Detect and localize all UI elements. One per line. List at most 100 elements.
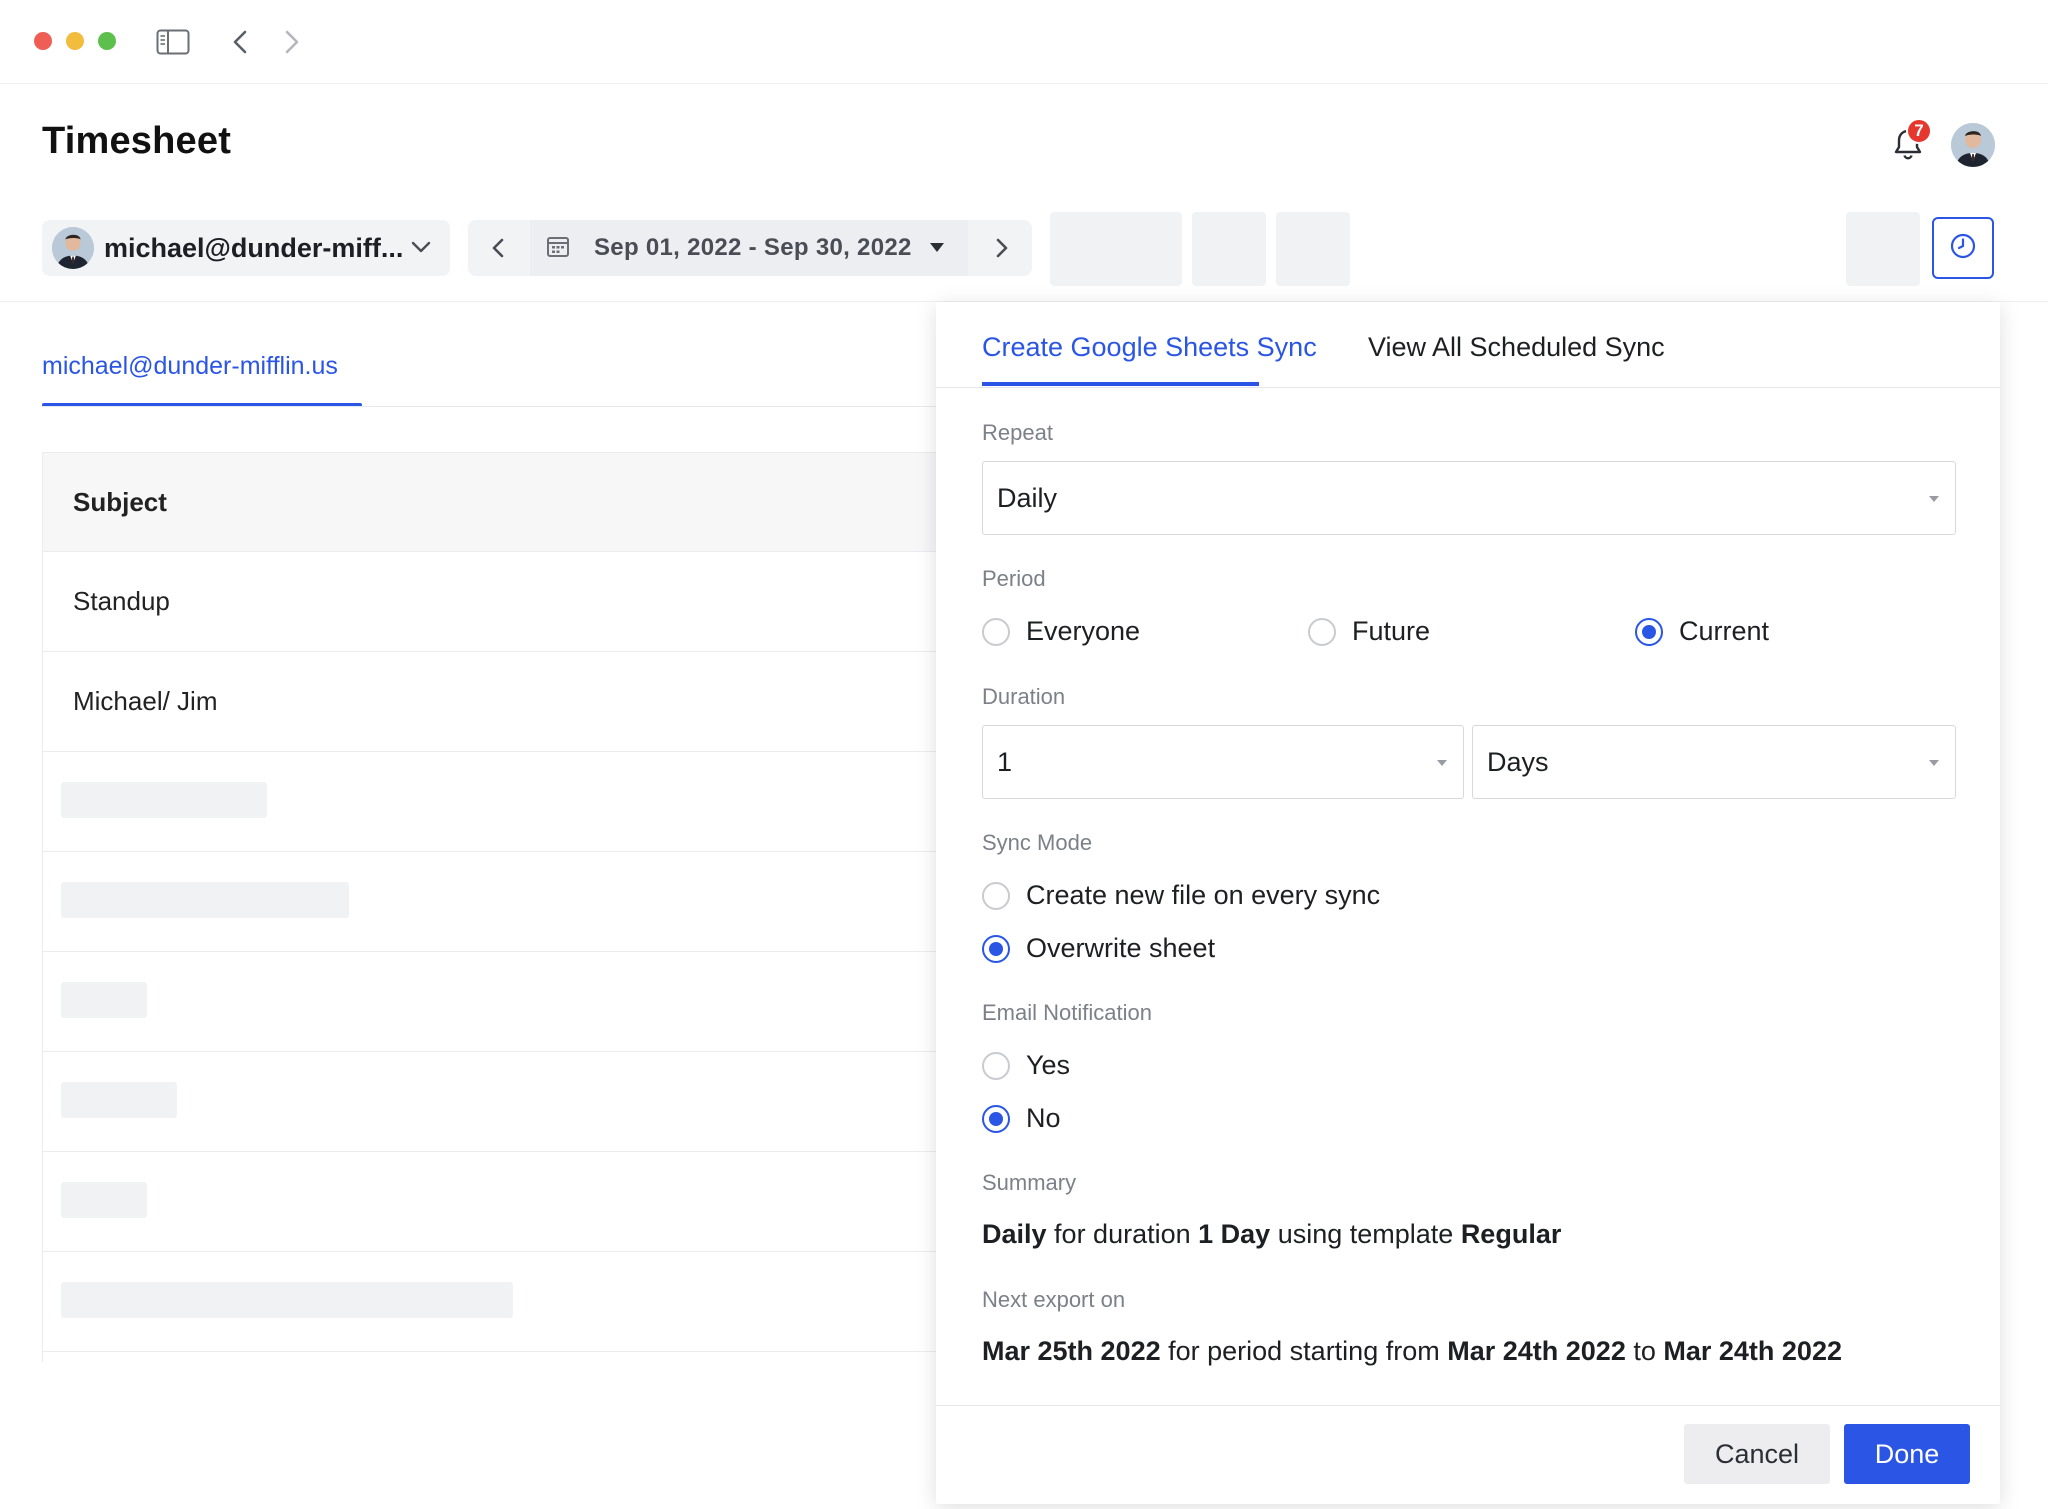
- duration-amount-value: 1: [997, 746, 1013, 777]
- radio-button[interactable]: [982, 1051, 1010, 1080]
- date-range-picker[interactable]: Sep 01, 2022 - Sep 30, 2022: [530, 220, 968, 276]
- table-row-loading: [43, 1252, 942, 1352]
- repeat-label: Repeat: [982, 420, 1053, 445]
- caret-down-icon: [930, 243, 944, 252]
- loading-placeholder: [61, 982, 147, 1018]
- next-export-text: Mar 25th 2022 for period starting from M…: [982, 1336, 1842, 1367]
- period-option-everyone[interactable]: Everyone: [982, 616, 1140, 647]
- period-option-current[interactable]: Current: [1635, 616, 1769, 647]
- table-cell: Michael/ Jim: [73, 686, 218, 716]
- back-arrow-icon[interactable]: [222, 24, 258, 60]
- table-cell: Standup: [73, 586, 170, 616]
- radio-label: Current: [1679, 616, 1770, 646]
- done-button[interactable]: Done: [1844, 1424, 1970, 1484]
- loading-placeholder: [61, 1282, 513, 1318]
- next-period-button[interactable]: [972, 220, 1032, 276]
- calendar-icon: [546, 234, 570, 263]
- radio-label: Future: [1352, 616, 1431, 646]
- table-row-loading: [43, 852, 942, 952]
- next-export-end: Mar 24th 2022: [1663, 1336, 1842, 1366]
- radio-label: Yes: [1026, 1050, 1071, 1080]
- toolbar: michael@dunder-miff... Sep 01, 2022 - Se…: [0, 212, 2048, 302]
- loading-placeholder: [61, 882, 349, 918]
- table-row[interactable]: Standup: [43, 552, 942, 652]
- chevron-down-icon: [410, 236, 432, 263]
- email-notification-label: Email Notification: [982, 1000, 1152, 1025]
- notification-count-badge: 7: [1906, 118, 1932, 144]
- table-row-loading: [43, 1052, 942, 1152]
- loading-placeholder: [61, 1082, 177, 1118]
- radio-label: Create new file on every sync: [1026, 880, 1381, 910]
- caret-down-icon: [1437, 760, 1447, 766]
- user-select-label: michael@dunder-miff...: [104, 232, 404, 263]
- user-avatar[interactable]: [1951, 123, 1995, 167]
- summary-template: Regular: [1460, 1219, 1562, 1249]
- period-label: Period: [982, 566, 1046, 591]
- summary-label: Summary: [982, 1170, 1077, 1195]
- loading-placeholder: [61, 1182, 147, 1218]
- date-range-label: Sep 01, 2022 - Sep 30, 2022: [594, 234, 912, 261]
- summary-text: Daily for duration 1 Day using template …: [982, 1219, 1561, 1250]
- duration-amount-select[interactable]: 1: [982, 725, 1464, 799]
- next-export-date: Mar 25th 2022: [982, 1336, 1161, 1366]
- divider: [936, 1405, 2000, 1406]
- toolbar-placeholder-button: [1276, 212, 1350, 286]
- duration-unit-select[interactable]: Days: [1472, 725, 1956, 799]
- summary-repeat: Daily: [982, 1219, 1047, 1249]
- minimize-window-button[interactable]: [66, 32, 84, 50]
- timesheet-table: Subject Standup Michael/ Jim: [42, 452, 942, 1362]
- repeat-select[interactable]: Daily: [982, 461, 1956, 535]
- radio-button[interactable]: [982, 881, 1010, 910]
- next-export-text-part: for period starting from: [1160, 1336, 1448, 1366]
- sync-mode-option-overwrite[interactable]: Overwrite sheet: [982, 933, 1215, 964]
- radio-label: Overwrite sheet: [1026, 933, 1216, 963]
- user-select-dropdown[interactable]: michael@dunder-miff...: [42, 220, 450, 276]
- table-header-subject: Subject: [43, 452, 942, 552]
- user-email-tab[interactable]: michael@dunder-mifflin.us: [42, 352, 338, 381]
- active-tab-indicator: [982, 382, 1259, 386]
- tab-create-google-sheets-sync[interactable]: Create Google Sheets Sync: [982, 332, 1317, 363]
- next-export-start: Mar 24th 2022: [1447, 1336, 1626, 1366]
- duration-unit-value: Days: [1487, 746, 1549, 777]
- table-row[interactable]: Michael/ Jim: [43, 652, 942, 752]
- radio-button[interactable]: [1308, 617, 1336, 646]
- summary-text-part: using template: [1270, 1219, 1461, 1249]
- caret-down-icon: [1929, 760, 1939, 766]
- caret-down-icon: [1929, 496, 1939, 502]
- google-sheets-sync-panel: Create Google Sheets Sync View All Sched…: [936, 302, 2000, 1504]
- radio-label: Everyone: [1026, 616, 1141, 646]
- email-notification-option-no[interactable]: No: [982, 1103, 1061, 1134]
- next-export-text-part: to: [1625, 1336, 1664, 1366]
- toolbar-placeholder-button: [1192, 212, 1266, 286]
- user-avatar-small: [52, 227, 94, 269]
- repeat-value: Daily: [997, 482, 1058, 513]
- radio-button[interactable]: [982, 617, 1010, 646]
- sync-mode-label: Sync Mode: [982, 830, 1093, 855]
- table-row-loading: [43, 952, 942, 1052]
- radio-button-selected[interactable]: [982, 1104, 1010, 1133]
- date-range-navigator: Sep 01, 2022 - Sep 30, 2022: [468, 220, 1032, 276]
- maximize-window-button[interactable]: [98, 32, 116, 50]
- forward-arrow-icon[interactable]: [274, 24, 310, 60]
- window-titlebar: [0, 0, 2048, 84]
- tab-view-all-scheduled-sync[interactable]: View All Scheduled Sync: [1368, 332, 1665, 363]
- summary-duration: 1 Day: [1198, 1219, 1271, 1249]
- scheduled-sync-button[interactable]: [1932, 217, 1994, 279]
- toolbar-placeholder-button: [1050, 212, 1182, 286]
- sync-mode-option-new-file[interactable]: Create new file on every sync: [982, 880, 1380, 911]
- cancel-button[interactable]: Cancel: [1684, 1424, 1830, 1484]
- close-window-button[interactable]: [34, 32, 52, 50]
- sidebar-toggle-icon[interactable]: [155, 24, 191, 60]
- previous-period-button[interactable]: [468, 220, 528, 276]
- radio-label: No: [1026, 1103, 1061, 1133]
- radio-button-selected[interactable]: [982, 934, 1010, 963]
- next-export-label: Next export on: [982, 1287, 1126, 1312]
- radio-button-selected[interactable]: [1635, 617, 1663, 646]
- summary-text-part: for duration: [1046, 1219, 1199, 1249]
- email-notification-option-yes[interactable]: Yes: [982, 1050, 1070, 1081]
- toolbar-placeholder-button: [1846, 212, 1920, 286]
- divider: [42, 406, 942, 407]
- period-option-future[interactable]: Future: [1308, 616, 1430, 647]
- page-title: Timesheet: [42, 120, 232, 162]
- clock-icon: [1949, 232, 1977, 265]
